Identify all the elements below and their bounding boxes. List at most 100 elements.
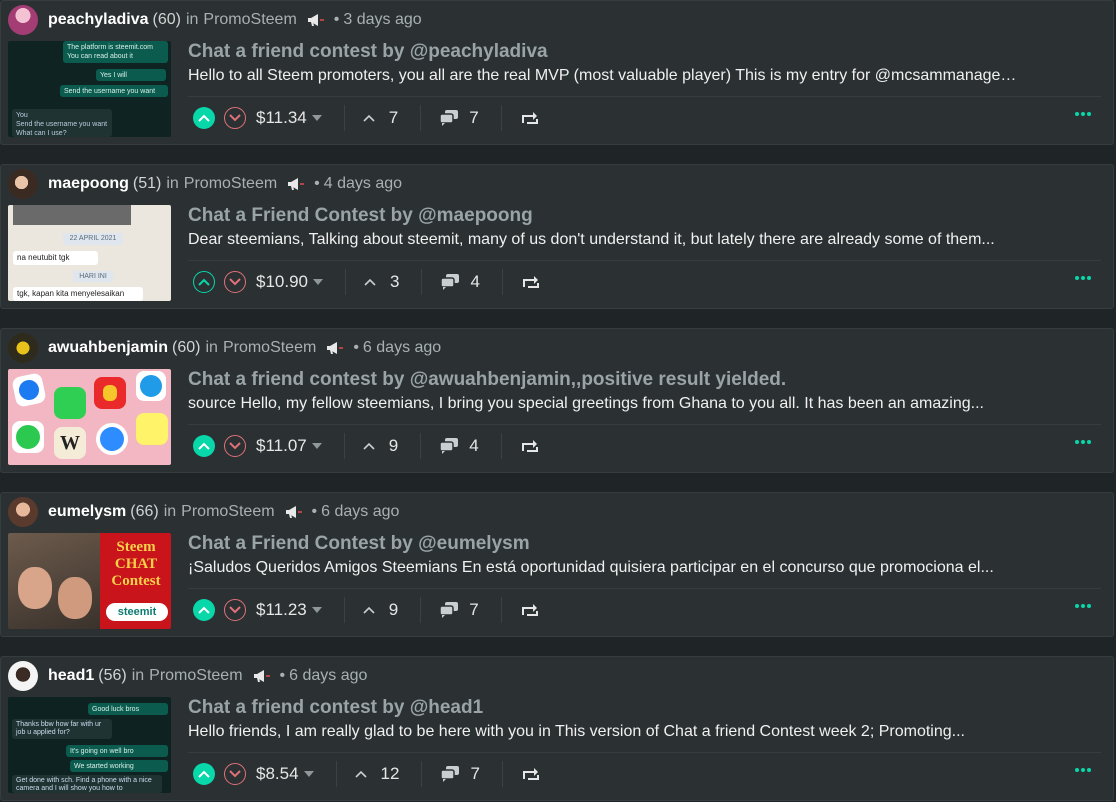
author-link[interactable]: eumelysm bbox=[48, 503, 126, 521]
replies-button[interactable]: 4 bbox=[440, 272, 480, 292]
post-time[interactable]: 6 days ago bbox=[289, 667, 367, 685]
votes-count-button[interactable]: 9 bbox=[363, 600, 398, 620]
payout-dropdown[interactable]: $8.54 bbox=[256, 764, 314, 784]
post-header: peachyladiva (60) in PromoSteem • 3 days… bbox=[8, 5, 422, 35]
downvote-button[interactable] bbox=[224, 107, 246, 129]
thumb-text: Send the username you want bbox=[60, 85, 168, 97]
caret-down-icon bbox=[311, 607, 322, 613]
thumb-text: 22 APRIL 2021 bbox=[63, 233, 123, 245]
author-link[interactable]: awuahbenjamin bbox=[48, 339, 168, 357]
post-thumbnail[interactable]: The platform is steemit.com You can read… bbox=[8, 41, 171, 137]
downvote-button[interactable] bbox=[224, 599, 246, 621]
community-link[interactable]: PromoSteem bbox=[149, 667, 242, 685]
downvote-button[interactable] bbox=[224, 271, 246, 293]
replies-button[interactable]: 4 bbox=[439, 436, 479, 456]
author-link[interactable]: head1 bbox=[48, 667, 94, 685]
post-header: awuahbenjamin (60) in PromoSteem • 6 day… bbox=[8, 333, 441, 363]
votes-count: 3 bbox=[390, 272, 400, 291]
avatar[interactable] bbox=[8, 497, 38, 527]
more-dots-icon[interactable] bbox=[1075, 604, 1091, 608]
more-dots-icon[interactable] bbox=[1075, 768, 1091, 772]
post-time[interactable]: 4 days ago bbox=[324, 175, 402, 193]
resteem-icon[interactable] bbox=[520, 602, 540, 618]
post-summary[interactable]: Hello friends, I am really glad to be he… bbox=[188, 723, 1018, 741]
divider bbox=[343, 597, 345, 623]
chevron-up-icon bbox=[198, 442, 210, 450]
post-title[interactable]: Chat a friend contest by @head1 bbox=[188, 697, 483, 719]
post-title[interactable]: Chat a friend contest by @awuahbenjamin,… bbox=[188, 369, 786, 391]
thumb-text: Send the username you want bbox=[16, 121, 108, 128]
payout-value: $10.90 bbox=[256, 272, 308, 291]
post-time[interactable]: 3 days ago bbox=[343, 11, 421, 29]
post-summary[interactable]: ¡Saludos Queridos Amigos Steemians En es… bbox=[188, 559, 1018, 577]
avatar[interactable] bbox=[8, 333, 38, 363]
replies-button[interactable]: 7 bbox=[440, 764, 480, 784]
megaphone-icon bbox=[288, 178, 305, 190]
author-link[interactable]: peachyladiva bbox=[48, 11, 149, 29]
more-dots-icon[interactable] bbox=[1075, 112, 1091, 116]
author-link[interactable]: maepoong bbox=[48, 175, 129, 193]
chevron-down-icon bbox=[229, 278, 241, 286]
post-thumbnail[interactable]: Steem CHAT Contest steemit bbox=[8, 533, 171, 629]
post-summary[interactable]: Hello to all Steem promoters, you all ar… bbox=[188, 67, 1018, 85]
avatar[interactable] bbox=[8, 5, 38, 35]
payout-dropdown[interactable]: $11.07 bbox=[256, 436, 322, 456]
votes-count-button[interactable]: 3 bbox=[364, 272, 399, 292]
votes-count-button[interactable]: 12 bbox=[354, 764, 399, 784]
downvote-button[interactable] bbox=[224, 763, 246, 785]
post-title[interactable]: Chat a Friend Contest by @eumelysm bbox=[188, 533, 530, 555]
community-link[interactable]: PromoSteem bbox=[203, 11, 296, 29]
resteem-icon[interactable] bbox=[521, 274, 541, 290]
chevron-down-icon bbox=[229, 442, 241, 450]
replies-button[interactable]: 7 bbox=[439, 108, 479, 128]
thumb-text: Get done with sch. Find a phone with a n… bbox=[12, 775, 162, 793]
upvote-button[interactable] bbox=[193, 435, 215, 457]
resteem-icon[interactable] bbox=[520, 110, 540, 126]
divider bbox=[420, 597, 422, 623]
divider bbox=[188, 96, 1101, 97]
upvote-button[interactable] bbox=[193, 763, 215, 785]
votes-count-button[interactable]: 9 bbox=[363, 436, 398, 456]
payout-dropdown[interactable]: $10.90 bbox=[256, 272, 323, 292]
chat-bubbles-icon bbox=[439, 602, 459, 618]
post-time[interactable]: 6 days ago bbox=[321, 503, 399, 521]
post-card: eumelysm (66) in PromoSteem • 6 days ago… bbox=[0, 492, 1114, 637]
votes-count-button[interactable]: 7 bbox=[363, 108, 398, 128]
thumb-text: You bbox=[16, 112, 28, 119]
replies-button[interactable]: 7 bbox=[439, 600, 479, 620]
post-thumbnail[interactable]: 22 APRIL 2021 na neutubit tgk HARI INI t… bbox=[8, 205, 171, 301]
post-summary[interactable]: source Hello, my fellow steemians, I bri… bbox=[188, 395, 1018, 413]
post-time[interactable]: 6 days ago bbox=[363, 339, 441, 357]
post-header: maepoong (51) in PromoSteem • 4 days ago bbox=[8, 169, 402, 199]
payout-value: $11.23 bbox=[256, 600, 307, 619]
more-dots-icon[interactable] bbox=[1075, 276, 1091, 280]
community-link[interactable]: PromoSteem bbox=[223, 339, 316, 357]
avatar[interactable] bbox=[8, 169, 38, 199]
post-thumbnail[interactable]: Good luck bros Thanks bbw how far with u… bbox=[8, 697, 171, 793]
payout-dropdown[interactable]: $11.34 bbox=[256, 108, 322, 128]
community-link[interactable]: PromoSteem bbox=[181, 503, 274, 521]
post-actions: $8.54 12 7 bbox=[188, 759, 541, 789]
post-title[interactable]: Chat a Friend Contest by @maepoong bbox=[188, 205, 533, 227]
post-summary[interactable]: Dear steemians, Talking about steemit, m… bbox=[188, 231, 1018, 249]
more-dots-icon[interactable] bbox=[1075, 440, 1091, 444]
resteem-icon[interactable] bbox=[520, 438, 540, 454]
community-link[interactable]: PromoSteem bbox=[184, 175, 277, 193]
thumb-text: tgk, kapan kita menyelesaikan bbox=[13, 287, 143, 301]
author-reputation: (51) bbox=[132, 175, 162, 192]
payout-dropdown[interactable]: $11.23 bbox=[256, 600, 322, 620]
upvote-button[interactable] bbox=[193, 107, 215, 129]
chat-bubbles-icon bbox=[439, 110, 459, 126]
post-title[interactable]: Chat a friend contest by @peachyladiva bbox=[188, 41, 548, 63]
replies-count: 7 bbox=[469, 600, 479, 619]
chat-bubbles-icon bbox=[440, 274, 460, 290]
downvote-button[interactable] bbox=[224, 435, 246, 457]
upvote-button[interactable] bbox=[193, 271, 215, 293]
resteem-icon[interactable] bbox=[521, 766, 541, 782]
avatar[interactable] bbox=[8, 661, 38, 691]
divider bbox=[500, 433, 502, 459]
upvote-button[interactable] bbox=[193, 599, 215, 621]
chevron-up-icon bbox=[198, 114, 210, 122]
caret-up-icon bbox=[363, 114, 375, 122]
post-thumbnail[interactable]: W bbox=[8, 369, 171, 465]
